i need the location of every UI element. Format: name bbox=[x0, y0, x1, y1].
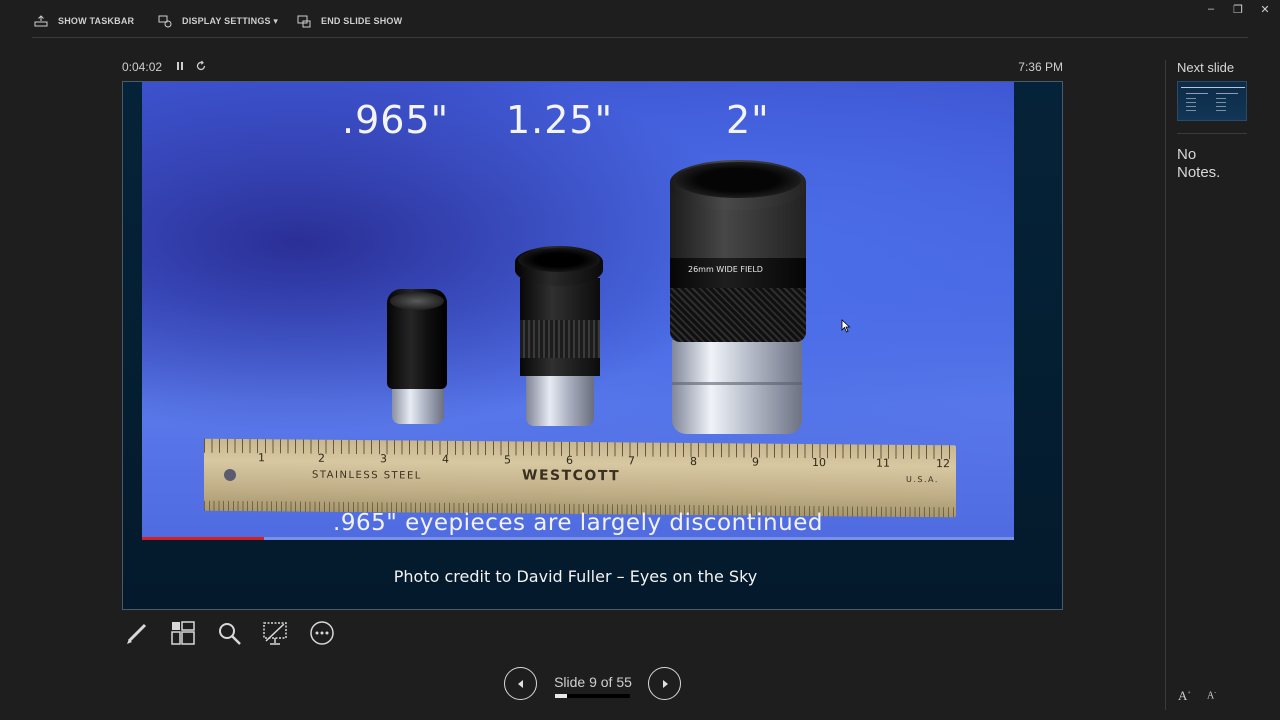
display-settings-icon bbox=[158, 15, 172, 28]
size-label-965: .965" bbox=[342, 98, 450, 142]
ruler-number: 9 bbox=[752, 455, 759, 469]
ruler-ticks-top bbox=[204, 438, 956, 460]
eyepiece-965-lens bbox=[390, 292, 444, 310]
ruler-stainless-text: STAINLESS STEEL bbox=[312, 469, 422, 482]
elapsed-timer: 0:04:02 bbox=[122, 60, 163, 74]
ruler-number: 7 bbox=[628, 454, 635, 468]
size-label-125: 1.25" bbox=[506, 98, 614, 142]
screen-icon bbox=[263, 622, 287, 645]
restore-icon: ❐ bbox=[1233, 3, 1243, 16]
show-taskbar-label: SHOW TASKBAR bbox=[58, 16, 135, 26]
thumbnail-title-line bbox=[1181, 87, 1245, 88]
video-caption: .965" eyepieces are largely discontinued bbox=[333, 510, 823, 536]
increase-font-button[interactable]: A+ bbox=[1178, 688, 1191, 704]
magnifier-icon bbox=[219, 623, 241, 645]
pen-tool-button[interactable] bbox=[122, 618, 152, 648]
next-arrow-icon bbox=[662, 679, 668, 688]
end-show-icon bbox=[297, 15, 311, 28]
minimize-button[interactable]: – bbox=[1204, 2, 1218, 16]
display-settings-label: DISPLAY SETTINGS ▾ bbox=[182, 15, 279, 26]
increase-font-icon: A bbox=[1178, 688, 1188, 703]
speaker-notes: No Notes. bbox=[1177, 146, 1221, 181]
minimize-icon: – bbox=[1207, 3, 1215, 15]
video-progress-fill bbox=[142, 537, 265, 540]
pen-icon bbox=[127, 623, 147, 644]
thumbnail-text-line bbox=[1186, 102, 1196, 103]
black-screen-button[interactable] bbox=[260, 618, 290, 648]
presenter-status-row: 0:04:02 7:36 PM bbox=[122, 58, 1063, 76]
slide-progress-bar bbox=[555, 694, 630, 698]
thumbnail-text-line bbox=[1216, 110, 1226, 111]
ruler-number: 10 bbox=[812, 456, 826, 470]
previous-slide-button[interactable] bbox=[504, 667, 537, 700]
previous-arrow-icon bbox=[517, 679, 523, 688]
ruler-number: 8 bbox=[690, 454, 697, 469]
eyepiece-125-lens bbox=[518, 248, 600, 272]
show-taskbar-button[interactable]: SHOW TASKBAR bbox=[34, 13, 134, 29]
slide-video[interactable]: .965" 1.25" 2" 26mm WIDE FIELD 1 2 3 4 5… bbox=[142, 82, 1014, 540]
slide-counter[interactable]: Slide 9 of 55 bbox=[548, 674, 638, 690]
more-icon bbox=[310, 621, 334, 645]
see-all-slides-button[interactable] bbox=[168, 618, 198, 648]
grid-slides-icon bbox=[171, 621, 195, 645]
eyepiece-125-grip bbox=[520, 320, 600, 358]
panel-separator bbox=[1177, 133, 1247, 134]
photo-credit: Photo credit to David Fuller – Eyes on t… bbox=[393, 567, 758, 586]
ruler-number: 3 bbox=[380, 452, 387, 466]
thumbnail-text-line bbox=[1216, 102, 1226, 103]
ruler-usa-text: U.S.A. bbox=[906, 474, 939, 485]
end-slide-show-button[interactable]: END SLIDE SHOW bbox=[297, 13, 402, 29]
eyepiece-2-barrel-groove bbox=[672, 382, 802, 385]
eyepiece-2-lens bbox=[675, 162, 801, 198]
mouse-cursor-icon bbox=[841, 319, 851, 333]
thumbnail-text-line bbox=[1216, 93, 1238, 94]
end-slide-show-label: END SLIDE SHOW bbox=[321, 16, 403, 26]
thumbnail-text-line bbox=[1216, 106, 1226, 107]
next-slide-thumbnail[interactable] bbox=[1177, 81, 1247, 121]
ruler-number: 4 bbox=[442, 452, 449, 466]
pause-timer-icon[interactable] bbox=[174, 60, 186, 72]
thumbnail-text-line bbox=[1186, 110, 1196, 111]
ruler-number: 11 bbox=[876, 456, 890, 470]
thumbnail-text-line bbox=[1186, 98, 1196, 99]
ruler-brand-text: WESTCOTT bbox=[522, 467, 621, 485]
ruler-hole bbox=[224, 468, 236, 481]
clock: 7:36 PM bbox=[1018, 60, 1063, 74]
decrease-font-button[interactable]: A- bbox=[1207, 690, 1216, 701]
display-settings-button[interactable]: DISPLAY SETTINGS ▾ bbox=[158, 13, 278, 29]
top-toolbar: SHOW TASKBAR DISPLAY SETTINGS ▾ END SLID… bbox=[0, 0, 1280, 38]
close-icon: ✕ bbox=[1260, 3, 1270, 16]
size-label-2: 2" bbox=[726, 98, 770, 142]
next-slide-label: Next slide bbox=[1177, 60, 1235, 75]
close-button[interactable]: ✕ bbox=[1258, 2, 1272, 16]
ruler-number: 5 bbox=[504, 453, 511, 467]
thumbnail-text-line bbox=[1186, 93, 1208, 94]
restart-timer-icon[interactable] bbox=[195, 60, 207, 72]
video-progress-bar[interactable] bbox=[142, 537, 1014, 540]
toolbar-divider bbox=[32, 37, 1248, 38]
thumbnail-text-line bbox=[1216, 98, 1226, 99]
taskbar-icon bbox=[34, 15, 48, 27]
ruler: 1 2 3 4 5 6 7 8 9 10 11 12 STAINLESS STE… bbox=[204, 438, 956, 518]
eyepiece-2-barrel bbox=[672, 340, 802, 434]
zoom-button[interactable] bbox=[214, 618, 244, 648]
eyepiece-2-label: 26mm WIDE FIELD bbox=[688, 265, 763, 274]
eyepiece-125-barrel bbox=[526, 374, 594, 426]
thumbnail-text-line bbox=[1186, 106, 1196, 107]
more-options-button[interactable] bbox=[307, 618, 337, 648]
ruler-number: 6 bbox=[566, 453, 573, 467]
next-slide-button[interactable] bbox=[648, 667, 681, 700]
panel-divider bbox=[1165, 60, 1166, 710]
restore-button[interactable]: ❐ bbox=[1231, 2, 1245, 16]
eyepiece-2-grip bbox=[670, 286, 806, 342]
ruler-number: 2 bbox=[318, 451, 325, 465]
current-slide[interactable]: .965" 1.25" 2" 26mm WIDE FIELD 1 2 3 4 5… bbox=[122, 81, 1063, 610]
ruler-number: 12 bbox=[936, 457, 950, 471]
ruler-number: 1 bbox=[258, 451, 265, 465]
slide-progress-fill bbox=[555, 694, 568, 698]
